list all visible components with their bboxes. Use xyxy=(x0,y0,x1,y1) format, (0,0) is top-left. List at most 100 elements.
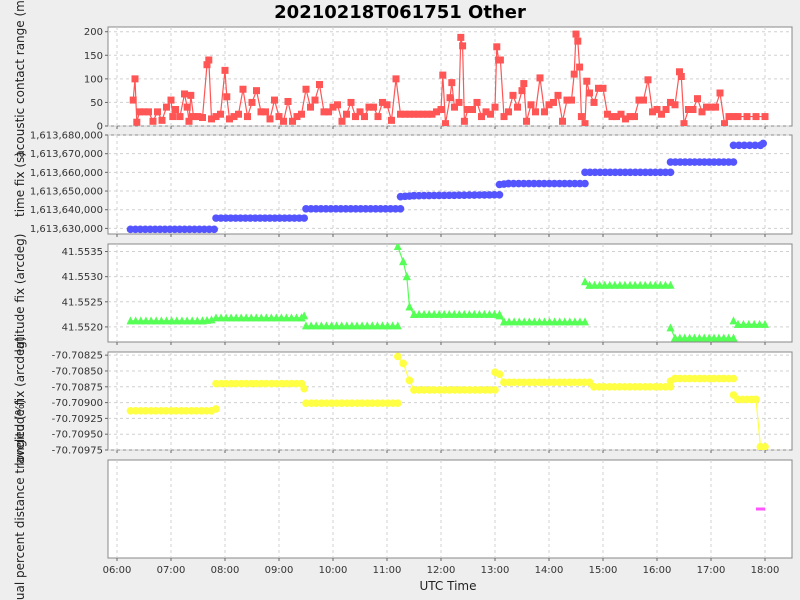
data-point xyxy=(133,118,141,126)
data-point xyxy=(577,113,585,121)
data-point xyxy=(300,214,309,222)
data-point xyxy=(338,117,346,125)
data-point xyxy=(394,352,402,361)
y-axis-label: time fix (s) xyxy=(13,152,27,217)
data-point xyxy=(284,97,292,105)
y-tick-label: 41.5535 xyxy=(62,247,103,258)
data-point xyxy=(235,110,242,118)
data-point xyxy=(176,113,184,121)
data-point xyxy=(631,113,638,121)
data-point xyxy=(520,80,528,88)
data-point xyxy=(187,91,195,99)
data-point xyxy=(694,95,701,103)
panel-time: 1,613,630,000 1,613,640,000 1,613,650,000 1… xyxy=(13,131,793,237)
data-point xyxy=(212,405,220,413)
x-tick-label: 10:00 xyxy=(319,565,348,576)
data-point xyxy=(217,110,224,118)
data-point xyxy=(677,73,685,80)
data-point xyxy=(459,42,467,50)
data-point xyxy=(253,87,260,95)
data-point xyxy=(712,103,719,111)
y-tick-label: 50 xyxy=(90,98,103,109)
data-point xyxy=(280,117,287,125)
x-tick-label: 09:00 xyxy=(265,565,294,576)
data-point xyxy=(514,103,521,111)
y-tick-label: 150 xyxy=(84,51,103,62)
data-point xyxy=(149,117,157,125)
x-tick-label: 07:00 xyxy=(157,565,186,576)
data-point xyxy=(262,108,269,116)
x-tick-label: 17:00 xyxy=(697,565,726,576)
data-point xyxy=(532,108,539,116)
data-point xyxy=(752,395,760,404)
panel-lat: 41.5520 41.5525 41.5530 41.5535 latitude fix… xyxy=(13,234,793,352)
data-point xyxy=(761,113,769,121)
data-point xyxy=(495,370,504,378)
data-point xyxy=(662,106,670,113)
y-tick-label: 1,613,650,000 xyxy=(30,187,103,198)
data-point xyxy=(167,96,175,104)
data-point xyxy=(469,106,476,113)
data-point xyxy=(210,225,218,234)
data-point xyxy=(223,93,231,101)
data-point xyxy=(394,399,402,408)
data-point xyxy=(334,101,341,109)
data-point xyxy=(586,89,593,97)
y-axis-label: actual percent distance traveled (%) xyxy=(13,399,27,600)
data-point xyxy=(154,108,161,116)
data-point xyxy=(599,84,607,92)
data-point xyxy=(129,96,137,104)
y-tick-label: -70.70850 xyxy=(52,366,103,377)
data-point xyxy=(163,103,170,111)
data-point xyxy=(383,101,391,109)
data-point xyxy=(205,56,213,64)
data-point xyxy=(300,384,309,393)
y-tick-label: -70.70950 xyxy=(52,430,103,441)
data-point xyxy=(183,103,191,111)
data-point xyxy=(473,98,481,106)
data-point xyxy=(158,116,166,124)
data-point xyxy=(689,106,697,113)
y-tick-label: -70.70875 xyxy=(52,382,103,393)
data-point xyxy=(505,108,512,116)
panel-range: 050100150200acoustic contact range (m) xyxy=(13,0,793,158)
data-point xyxy=(541,108,548,116)
y-tick-label: 1,613,640,000 xyxy=(30,205,103,216)
y-tick-label: -70.70825 xyxy=(52,351,103,362)
data-point xyxy=(640,96,647,104)
data-point xyxy=(405,376,414,385)
data-point xyxy=(172,106,179,113)
data-point xyxy=(388,116,395,124)
data-point xyxy=(221,66,229,74)
data-point xyxy=(439,71,447,79)
data-point xyxy=(509,91,517,99)
data-point xyxy=(455,98,463,106)
y-axis-label: acoustic contact range (m) xyxy=(13,0,27,158)
y-tick-label: 41.5525 xyxy=(62,297,103,308)
data-point xyxy=(518,87,526,95)
y-tick-label: 100 xyxy=(84,74,103,85)
x-tick-label: 13:00 xyxy=(481,565,510,576)
panel-background xyxy=(107,134,793,235)
data-point xyxy=(169,113,177,121)
data-point xyxy=(392,75,400,83)
data-point xyxy=(271,96,278,104)
data-point xyxy=(559,117,566,125)
data-point xyxy=(316,81,323,89)
y-tick-label: 41.5520 xyxy=(62,322,103,333)
data-point xyxy=(145,108,152,116)
data-point xyxy=(752,113,760,121)
data-point xyxy=(644,76,652,84)
data-point xyxy=(437,106,445,113)
data-point xyxy=(729,158,738,166)
data-point xyxy=(574,37,582,45)
data-point xyxy=(570,70,578,78)
panel-background xyxy=(107,459,793,559)
x-tick-label: 14:00 xyxy=(535,565,564,576)
data-point xyxy=(550,98,557,106)
data-point xyxy=(457,33,465,41)
data-point xyxy=(131,75,139,83)
y-tick-label: -70.70975 xyxy=(52,446,103,457)
x-tick-label: 18:00 xyxy=(751,565,780,576)
x-tick-label: 06:00 xyxy=(103,565,132,576)
